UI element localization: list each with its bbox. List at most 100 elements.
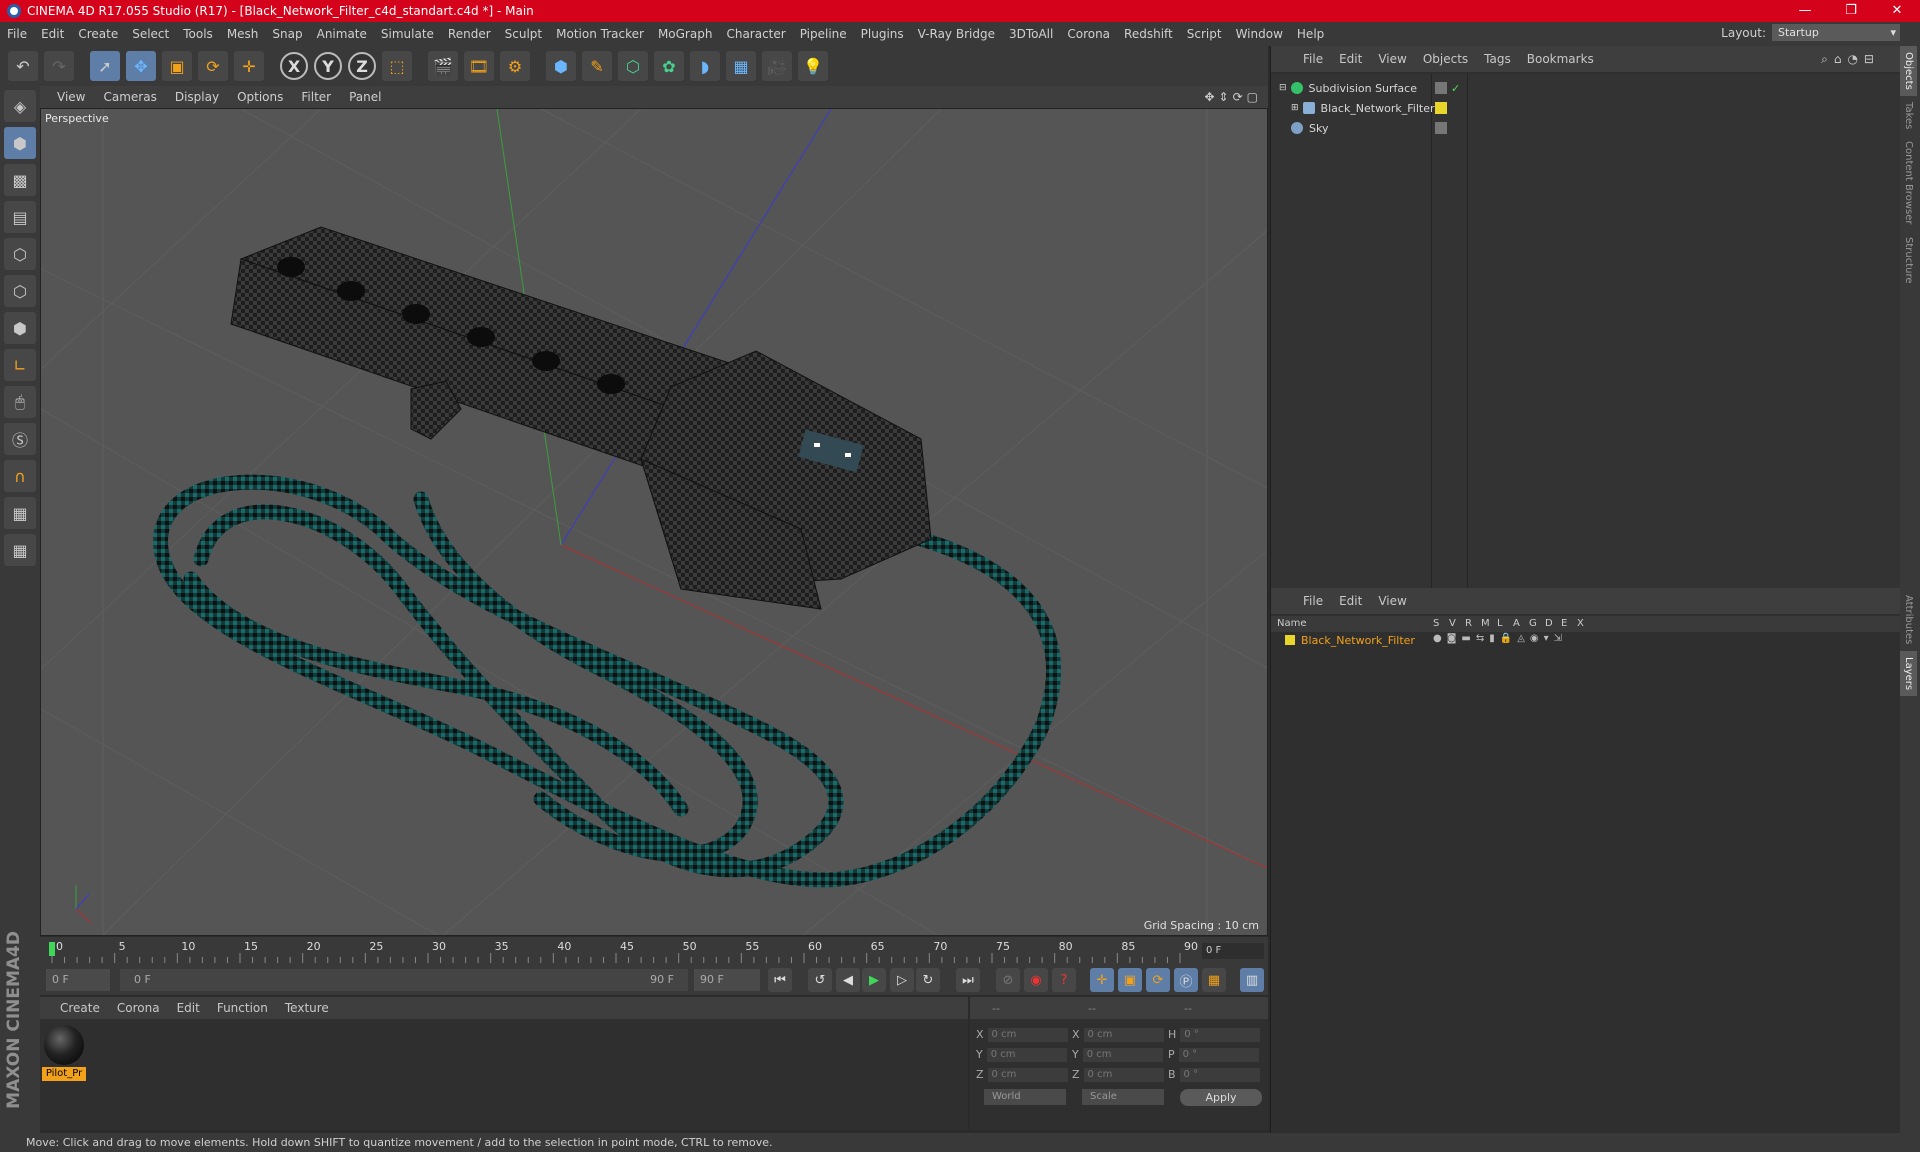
end-frame-field[interactable]: 90 F: [694, 969, 760, 991]
floor-icon[interactable]: ▦: [726, 51, 756, 81]
menu-vray-bridge[interactable]: V-Ray Bridge: [911, 27, 1002, 41]
z-axis-lock-icon[interactable]: Z: [348, 52, 376, 80]
viewport-navigation-icons[interactable]: ✥⇕⟳▢: [1204, 90, 1262, 104]
menu-pipeline[interactable]: Pipeline: [793, 27, 854, 41]
goto-start-icon[interactable]: ⏮: [768, 968, 792, 992]
render-picture-viewer-icon[interactable]: 🎞: [464, 51, 494, 81]
previous-frame-icon[interactable]: ◀: [836, 968, 860, 992]
menu-render[interactable]: Render: [441, 27, 498, 41]
key-parameter-icon[interactable]: Ⓟ: [1174, 968, 1198, 992]
goto-end-icon[interactable]: ⏭: [956, 968, 980, 992]
maximize-button[interactable]: ❐: [1828, 0, 1874, 22]
x-axis-lock-icon[interactable]: X: [280, 52, 308, 80]
apply-button[interactable]: Apply: [1180, 1089, 1262, 1106]
edges-mode-icon[interactable]: ⬡: [4, 275, 36, 307]
menu-corona[interactable]: Corona: [1060, 27, 1117, 41]
timeline-window-icon[interactable]: ▥: [1240, 968, 1264, 992]
position-z-field[interactable]: 0 cm: [987, 1067, 1068, 1082]
material-menu-corona[interactable]: Corona: [117, 1001, 169, 1015]
key-scale-icon[interactable]: ▣: [1118, 968, 1142, 992]
snap-magnet-icon[interactable]: ∩: [4, 460, 36, 492]
objects-menu-edit[interactable]: Edit: [1331, 52, 1370, 66]
next-key-icon[interactable]: ↻: [916, 968, 940, 992]
object-layer-chip[interactable]: [1435, 82, 1447, 94]
object-row-subdivision[interactable]: ⊟ Subdivision Surface ✓: [1271, 78, 1901, 98]
side-tab-takes[interactable]: Takes: [1900, 96, 1917, 135]
previous-key-icon[interactable]: ↺: [808, 968, 832, 992]
menu-mograph[interactable]: MoGraph: [651, 27, 720, 41]
material-menu-texture[interactable]: Texture: [285, 1001, 338, 1015]
workplane-lock-icon[interactable]: ▦: [4, 497, 36, 529]
points-mode-icon[interactable]: ⬡: [4, 238, 36, 270]
menu-character[interactable]: Character: [719, 27, 792, 41]
rotate-tool-icon[interactable]: ⟳: [198, 51, 228, 81]
layout-select[interactable]: Startup: [1772, 24, 1900, 41]
object-row-sky[interactable]: Sky: [1271, 118, 1901, 138]
menu-3dtoall[interactable]: 3DToAll: [1002, 27, 1060, 41]
material-menu-edit[interactable]: Edit: [177, 1001, 209, 1015]
rotation-h-field[interactable]: 0 °: [1180, 1027, 1261, 1042]
menu-file[interactable]: File: [0, 27, 34, 41]
perspective-viewport[interactable]: Perspective Grid Spacing : 10 cm: [40, 108, 1268, 936]
close-button[interactable]: ✕: [1874, 0, 1920, 22]
material-menu-function[interactable]: Function: [217, 1001, 277, 1015]
material-menu-create[interactable]: Create: [60, 1001, 109, 1015]
start-frame-field[interactable]: 0 F: [46, 969, 110, 991]
objects-toolbar-icons[interactable]: ⌕⌂◔⊟: [1821, 52, 1880, 67]
last-tool-icon[interactable]: ✛: [234, 51, 264, 81]
side-tab-attributes[interactable]: Attributes: [1900, 589, 1917, 650]
menu-snap[interactable]: Snap: [265, 27, 309, 41]
menu-tools[interactable]: Tools: [176, 27, 220, 41]
menu-simulate[interactable]: Simulate: [374, 27, 441, 41]
layers-menu-view[interactable]: View: [1370, 594, 1414, 608]
timeline-playhead[interactable]: [49, 942, 55, 956]
menu-select[interactable]: Select: [125, 27, 176, 41]
rotation-p-field[interactable]: 0 °: [1178, 1047, 1259, 1062]
grid-snap-icon[interactable]: ▦: [4, 534, 36, 566]
side-tab-objects[interactable]: Objects: [1900, 46, 1917, 96]
object-layer-chip[interactable]: [1435, 122, 1447, 134]
size-mode-dropdown[interactable]: Scale: [1082, 1089, 1164, 1105]
viewport-menu-panel[interactable]: Panel: [340, 90, 390, 104]
viewport-menu-display[interactable]: Display: [166, 90, 228, 104]
move-tool-icon[interactable]: ✥: [126, 51, 156, 81]
key-position-icon[interactable]: ✛: [1090, 968, 1114, 992]
record-disabled-icon[interactable]: ⊘: [996, 968, 1020, 992]
menu-window[interactable]: Window: [1229, 27, 1290, 41]
objects-menu-bookmarks[interactable]: Bookmarks: [1519, 52, 1602, 66]
position-y-field[interactable]: 0 cm: [986, 1047, 1067, 1062]
size-x-field[interactable]: 0 cm: [1083, 1027, 1164, 1042]
next-frame-icon[interactable]: ▷: [890, 968, 914, 992]
make-editable-icon[interactable]: ◈: [4, 90, 36, 122]
size-y-field[interactable]: 0 cm: [1082, 1047, 1163, 1062]
redo-icon[interactable]: ↷: [44, 51, 74, 81]
size-z-field[interactable]: 0 cm: [1083, 1067, 1164, 1082]
viewport-menu-cameras[interactable]: Cameras: [94, 90, 165, 104]
minimize-button[interactable]: —: [1782, 0, 1828, 22]
side-tab-layers[interactable]: Layers: [1900, 650, 1917, 696]
layer-flags-icons[interactable]: ●◙▬⇆▮🔒◬◉▾⇲: [1433, 633, 1567, 644]
menu-plugins[interactable]: Plugins: [854, 27, 911, 41]
subdivision-surface-icon[interactable]: ⬡: [618, 51, 648, 81]
timeline-ruler[interactable]: 0 5 10 15 20 25 30 35 40 45 50 55 60 65 70 75 80 85 90 0 F: [40, 937, 1268, 965]
viewport-menu-options[interactable]: Options: [228, 90, 292, 104]
polygons-mode-icon[interactable]: ⬢: [4, 312, 36, 344]
rotation-b-field[interactable]: 0 °: [1179, 1067, 1260, 1082]
cube-primitive-icon[interactable]: ⬢: [546, 51, 576, 81]
array-icon[interactable]: ✿: [654, 51, 684, 81]
axis-mode-icon[interactable]: ∟: [4, 349, 36, 381]
key-rotation-icon[interactable]: ⟳: [1146, 968, 1170, 992]
side-tab-content-browser[interactable]: Content Browser: [1900, 135, 1917, 230]
deformer-icon[interactable]: ◗: [690, 51, 720, 81]
objects-menu-view[interactable]: View: [1370, 52, 1414, 66]
y-axis-lock-icon[interactable]: Y: [314, 52, 342, 80]
menu-help[interactable]: Help: [1290, 27, 1331, 41]
scale-tool-icon[interactable]: ▣: [162, 51, 192, 81]
menu-edit[interactable]: Edit: [34, 27, 71, 41]
pen-spline-icon[interactable]: ✎: [582, 51, 612, 81]
render-view-icon[interactable]: 🎬: [428, 51, 458, 81]
objects-menu-objects[interactable]: Objects: [1415, 52, 1476, 66]
object-layer-chip[interactable]: [1435, 102, 1447, 114]
objects-menu-tags[interactable]: Tags: [1476, 52, 1519, 66]
solo-mode-icon[interactable]: Ⓢ: [4, 423, 36, 455]
